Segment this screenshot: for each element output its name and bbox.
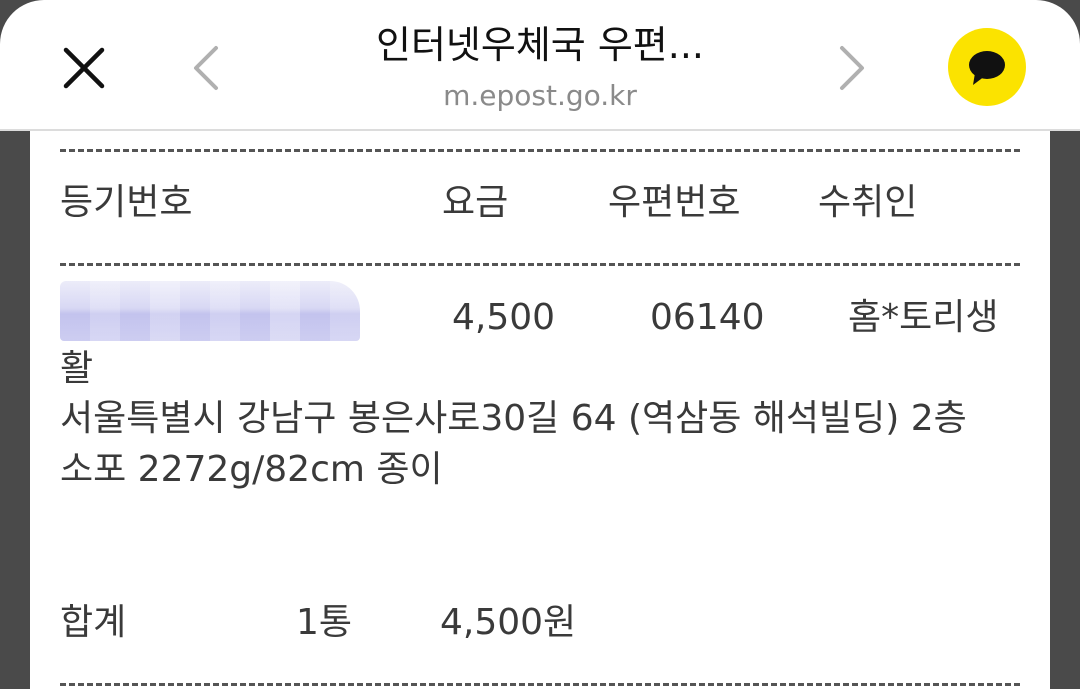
summary-total: 4,500원 — [440, 602, 577, 643]
page-title: 인터넷우체국 우편... — [376, 23, 704, 67]
speech-bubble-icon — [969, 51, 1005, 85]
chevron-right-icon[interactable] — [828, 36, 878, 100]
row-address: 서울특별시 강남구 봉은사로30길 64 (역삼동 해석빌딩) 2층 — [60, 398, 967, 439]
row-recipient-cont: 활 — [60, 348, 94, 389]
redacted-registration-no — [60, 281, 360, 341]
row-fee: 4,500 — [452, 297, 556, 338]
row-recipient: 홈*토리생 — [848, 297, 999, 338]
divider — [60, 263, 1020, 266]
header-fee: 요금 — [442, 182, 509, 223]
close-icon[interactable] — [54, 38, 114, 98]
browser-header: 인터넷우체국 우편... m.epost.go.kr — [0, 0, 1080, 131]
talk-button[interactable] — [948, 28, 1026, 106]
title-block: 인터넷우체국 우편... m.epost.go.kr — [250, 20, 830, 116]
divider — [60, 683, 1020, 686]
receipt-panel: 등기번호 요금 우편번호 수취인 4,500 06140 홈*토리생 활 서울특… — [30, 131, 1050, 689]
header-postal-code: 우편번호 — [608, 182, 741, 223]
row-package: 소포 2272g/82cm 종이 — [60, 449, 443, 490]
summary-label: 합계 — [60, 602, 127, 643]
divider — [60, 149, 1020, 152]
summary-count: 1통 — [296, 602, 353, 643]
header-recipient: 수취인 — [818, 182, 918, 223]
header-registration-no: 등기번호 — [60, 182, 193, 223]
row-postal-code: 06140 — [650, 297, 765, 338]
chevron-left-icon[interactable] — [180, 36, 230, 100]
page-url: m.epost.go.kr — [443, 79, 637, 112]
